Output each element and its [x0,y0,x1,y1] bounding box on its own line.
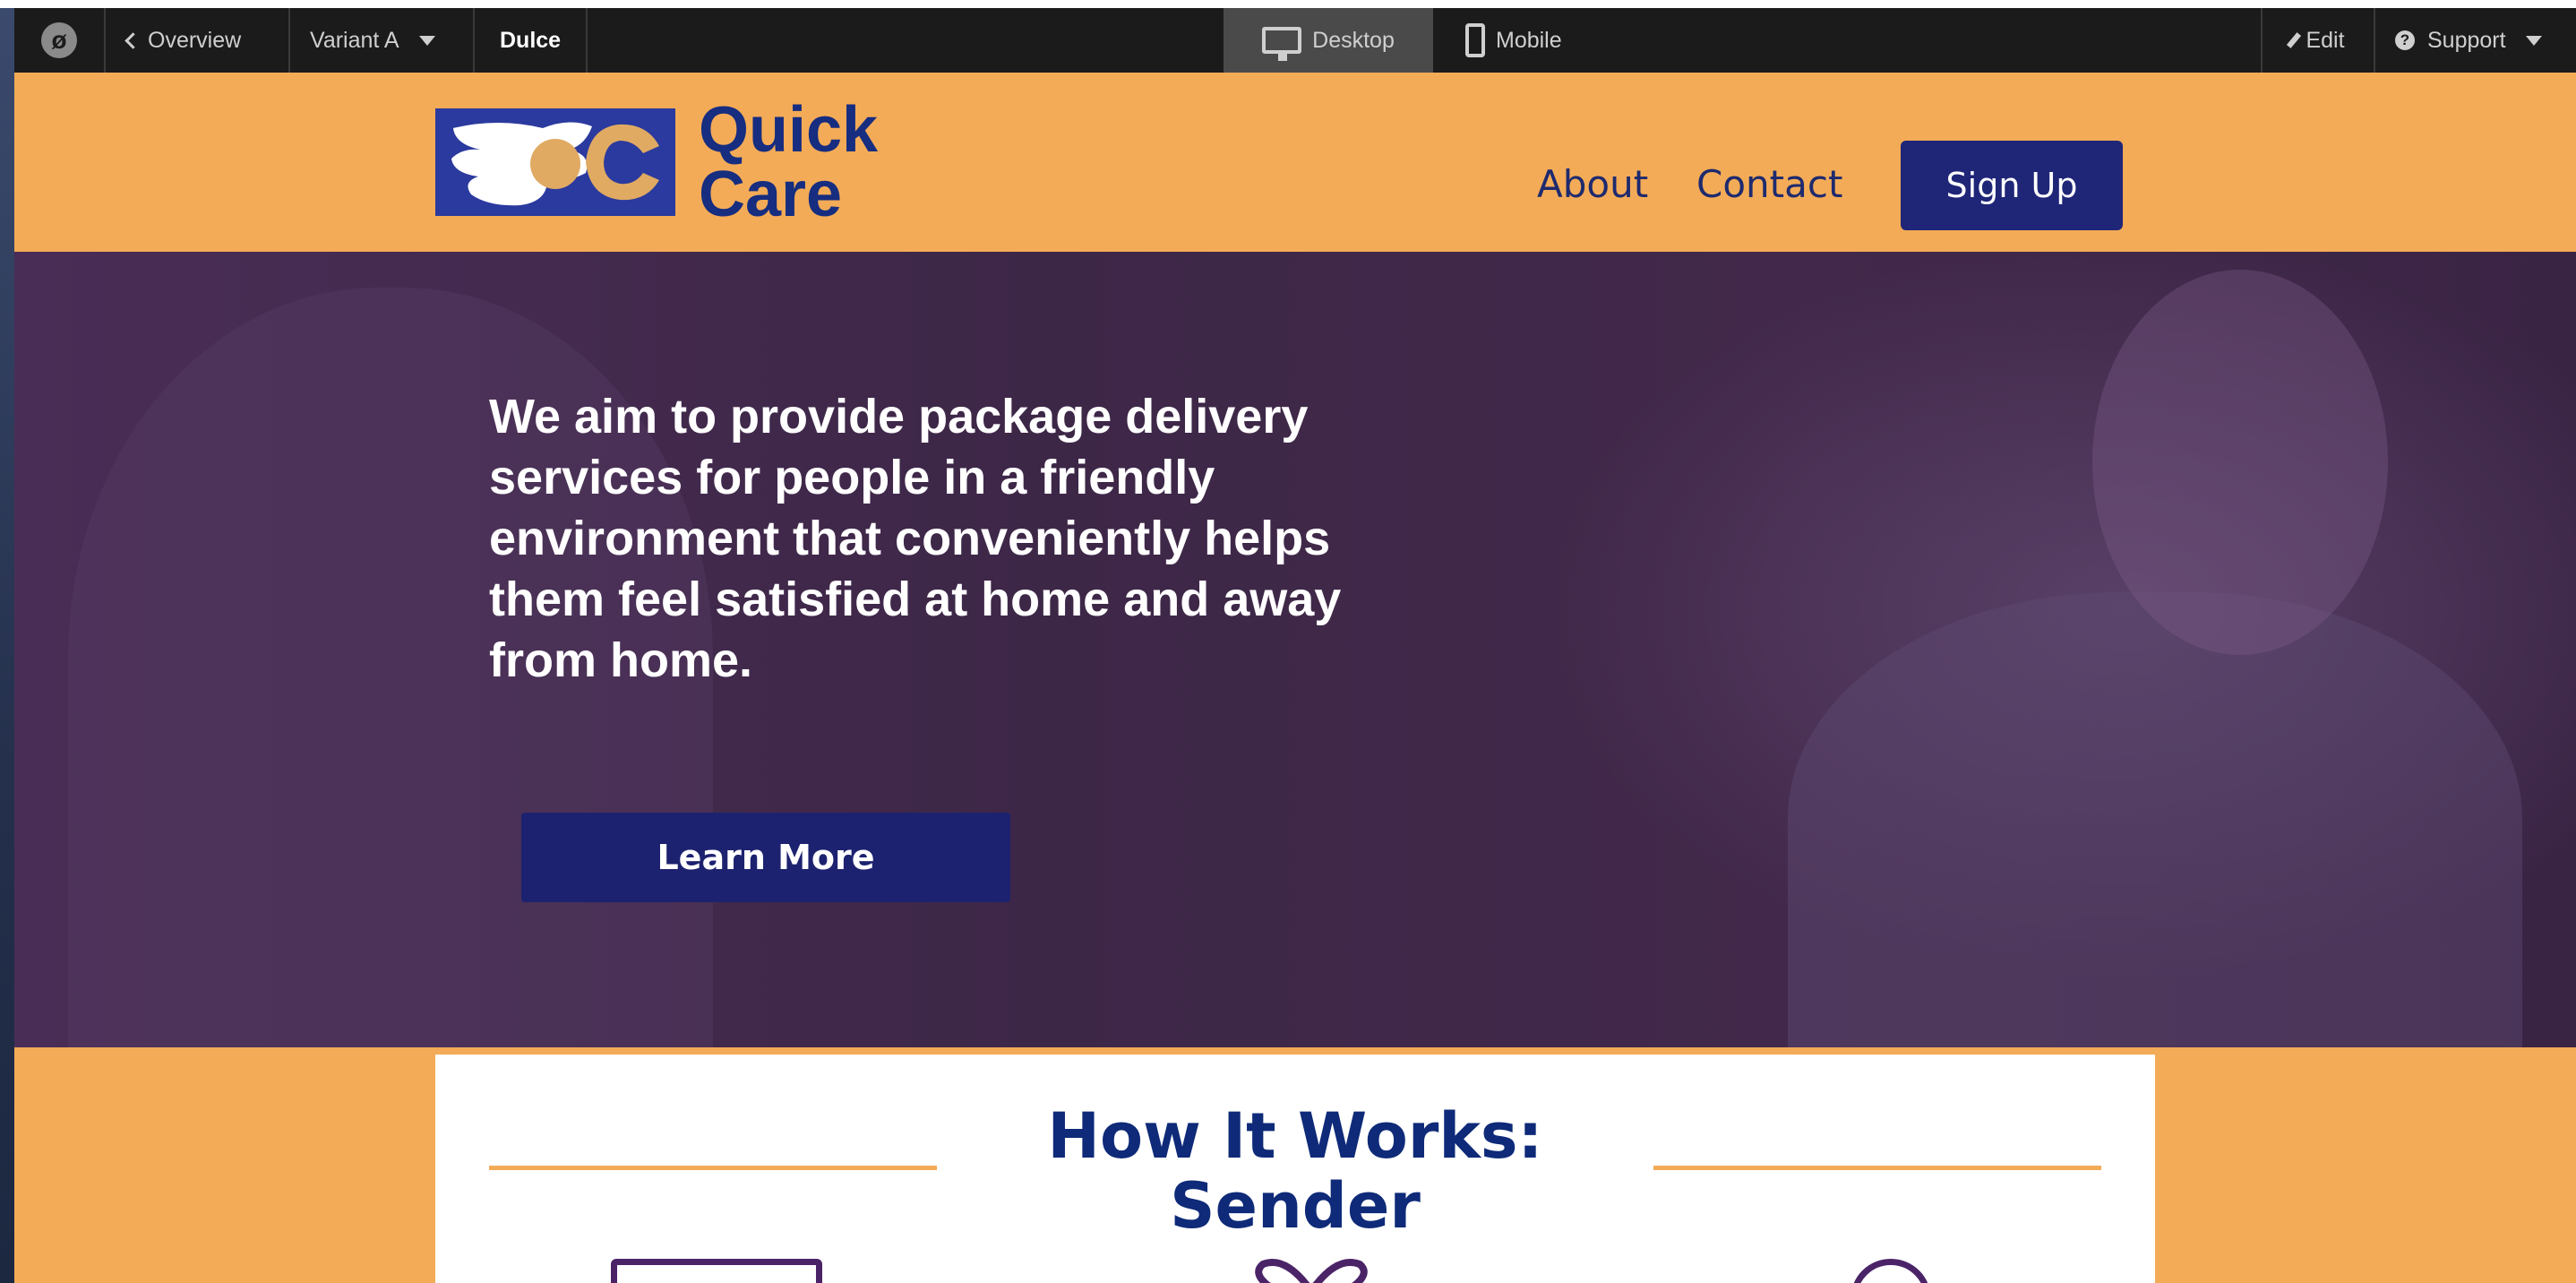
quickcare-logo[interactable] [435,108,675,216]
brand-wordmark: Quick Care [699,98,878,227]
desktop-background [0,0,14,1283]
page-name[interactable]: Dulce [475,8,588,73]
nav-about-link[interactable]: About [1537,162,1648,206]
pencil-icon [2287,32,2302,48]
hero-background-person [1788,592,2522,1047]
heading-divider-right [1653,1166,2101,1170]
brand-line-1: Quick [699,94,879,166]
help-icon: ? [2395,30,2415,50]
variant-label: Variant A [310,27,399,53]
how-it-works-heading: How It Works: Sender [991,1101,1600,1241]
heading-divider-left [489,1166,937,1170]
mobile-label: Mobile [1496,27,1562,53]
variant-dropdown[interactable]: Variant A [290,8,475,73]
app-logo-icon: ø [41,22,77,58]
brand-line-2: Care [699,159,843,230]
heading-line-1: How It Works: [1047,1099,1543,1173]
hero-mission-text: We aim to provide package delivery servi… [489,390,1342,687]
app-logo[interactable]: ø [14,8,106,73]
preview-toolbar: ø Overview Variant A Dulce Desktop Mobil… [14,8,2576,74]
learn-more-button[interactable]: Learn More [521,813,1010,902]
laptop-icon [611,1259,822,1283]
desktop-label: Desktop [1312,27,1395,53]
hero-background-face [2092,270,2388,655]
phone-icon [1465,23,1485,57]
heading-line-2: Sender [1170,1169,1421,1243]
desktop-view-button[interactable]: Desktop [1224,8,1433,73]
edit-button[interactable]: Edit [2261,8,2375,73]
chevron-left-icon [125,31,142,49]
how-it-works-section: How It Works: Sender [14,1047,2576,1283]
nav-contact-link[interactable]: Contact [1696,162,1842,206]
wing-logo-icon [451,122,659,206]
caret-down-icon [2525,35,2542,46]
edit-label: Edit [2306,27,2345,53]
support-label: Support [2427,27,2506,53]
monitor-icon [1262,27,1302,61]
support-dropdown[interactable]: ? Support [2375,8,2576,73]
landing-page-preview: ø Overview Variant A Dulce Desktop Mobil… [14,8,2576,1283]
signup-button[interactable]: Sign Up [1901,141,2123,230]
gift-bow-icon [1255,1259,1368,1283]
overview-link[interactable]: Overview [106,8,290,73]
window-top-edge [0,0,2576,8]
smile-icon [1850,1259,1931,1283]
site-header: Quick Care About Contact Sign Up [14,73,2576,252]
mobile-view-button[interactable]: Mobile [1456,8,1618,73]
hero-section: We aim to provide package delivery servi… [14,252,2576,1047]
overview-label: Overview [148,27,242,53]
page-name-label: Dulce [500,27,562,53]
how-it-works-card: How It Works: Sender [435,1055,2155,1283]
caret-down-icon [418,35,435,46]
